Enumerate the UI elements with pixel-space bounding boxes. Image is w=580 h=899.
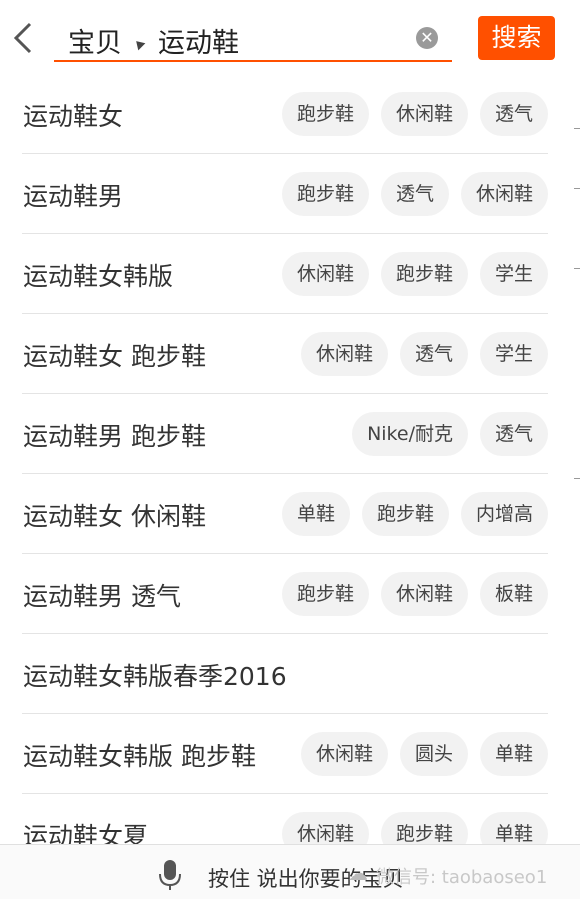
suggestion-row[interactable]: 运动鞋女韩版春季2016	[0, 634, 580, 714]
right-edge-artifacts	[572, 48, 580, 868]
suggestion-tag[interactable]: 休闲鞋	[300, 732, 388, 776]
suggestion-list: 运动鞋女 跑步鞋 休闲鞋 透气 运动鞋男 跑步鞋 透气 休闲鞋 运动鞋女韩版 休闲鞋 跑步鞋 学生 运动…	[0, 74, 580, 874]
suggestion-keyword[interactable]: 运动鞋男	[23, 177, 123, 213]
search-input[interactable]: 宝贝 运动鞋 ✕	[54, 12, 452, 62]
search-query-text[interactable]: 运动鞋	[158, 21, 239, 60]
suggestion-row[interactable]: 运动鞋女 跑步鞋 休闲鞋 透气	[0, 74, 580, 154]
suggestion-keyword[interactable]: 运动鞋女韩版春季2016	[23, 657, 287, 693]
suggestion-row[interactable]: 运动鞋男 透气 跑步鞋 休闲鞋 板鞋	[0, 554, 580, 634]
suggestion-row[interactable]: 运动鞋女韩版 休闲鞋 跑步鞋 学生	[0, 234, 580, 314]
suggestion-tag[interactable]: 休闲鞋	[300, 332, 388, 376]
suggestion-row[interactable]: 运动鞋男 跑步鞋 Nike/耐克 透气	[0, 394, 580, 474]
suggestion-tags: 跑步鞋 休闲鞋 透气	[281, 92, 548, 136]
suggestion-tag[interactable]: 跑步鞋	[281, 172, 369, 216]
suggestion-tag[interactable]: 休闲鞋	[460, 172, 548, 216]
suggestion-keyword[interactable]: 运动鞋女韩版 跑步鞋	[23, 737, 256, 773]
suggestion-tag[interactable]: 休闲鞋	[380, 572, 468, 616]
voice-input-bar[interactable]: 按住 说出你要的宝贝 ☁ 微信号: taobaoseo1	[0, 844, 580, 899]
suggestion-tag[interactable]: 单鞋	[281, 492, 350, 536]
suggestion-tag[interactable]: 透气	[380, 172, 449, 216]
search-button[interactable]: 搜索	[478, 16, 555, 60]
suggestion-keyword[interactable]: 运动鞋男 跑步鞋	[23, 417, 206, 453]
suggestion-tags: 跑步鞋 透气 休闲鞋	[281, 172, 548, 216]
suggestion-tag[interactable]: 跑步鞋	[281, 572, 369, 616]
suggestion-tag[interactable]: 学生	[479, 332, 548, 376]
suggestion-keyword[interactable]: 运动鞋女 休闲鞋	[23, 497, 206, 533]
suggestion-tags: 单鞋 跑步鞋 内增高	[281, 492, 548, 536]
voice-hint-text: 按住 说出你要的宝贝	[208, 867, 404, 891]
suggestion-tag[interactable]: 透气	[399, 332, 468, 376]
suggestion-tag[interactable]: 板鞋	[479, 572, 548, 616]
suggestion-keyword[interactable]: 运动鞋女韩版	[23, 257, 173, 293]
suggestion-tag[interactable]: 圆头	[399, 732, 468, 776]
suggestion-row[interactable]: 运动鞋女 休闲鞋 单鞋 跑步鞋 内增高	[0, 474, 580, 554]
suggestion-tag[interactable]: 单鞋	[479, 732, 548, 776]
suggestion-tags: 休闲鞋 透气 学生	[300, 332, 548, 376]
suggestion-tag[interactable]: 跑步鞋	[281, 92, 369, 136]
wechat-icon: ☁	[348, 861, 368, 885]
suggestion-tags: 跑步鞋 休闲鞋 板鞋	[281, 572, 548, 616]
watermark-text: 微信号: taobaoseo1	[376, 867, 548, 888]
back-arrow-icon[interactable]	[8, 20, 40, 56]
suggestion-tag[interactable]: 跑步鞋	[380, 252, 468, 296]
suggestion-tags: Nike/耐克 透气	[352, 412, 548, 456]
suggestion-keyword[interactable]: 运动鞋男 透气	[23, 577, 181, 613]
suggestion-tag[interactable]: 休闲鞋	[380, 92, 468, 136]
suggestion-tag[interactable]: 跑步鞋	[361, 492, 449, 536]
clear-icon[interactable]: ✕	[416, 27, 438, 49]
suggestion-row[interactable]: 运动鞋女 跑步鞋 休闲鞋 透气 学生	[0, 314, 580, 394]
search-scope-label[interactable]: 宝贝	[68, 21, 122, 60]
suggestion-tag[interactable]: 内增高	[460, 492, 548, 536]
suggestion-tags: 休闲鞋 跑步鞋 学生	[281, 252, 548, 296]
suggestion-row[interactable]: 运动鞋女韩版 跑步鞋 休闲鞋 圆头 单鞋	[0, 714, 580, 794]
suggestion-tag[interactable]: 休闲鞋	[281, 252, 369, 296]
suggestion-tag[interactable]: 透气	[479, 92, 548, 136]
suggestion-keyword[interactable]: 运动鞋女	[23, 97, 123, 133]
suggestion-tag[interactable]: 学生	[479, 252, 548, 296]
suggestion-tag[interactable]: Nike/耐克	[352, 412, 468, 456]
suggestion-tags: 休闲鞋 圆头 单鞋	[300, 732, 548, 776]
search-header: 宝贝 运动鞋 ✕ 搜索	[0, 0, 580, 72]
suggestion-row[interactable]: 运动鞋男 跑步鞋 透气 休闲鞋	[0, 154, 580, 234]
suggestion-keyword[interactable]: 运动鞋女 跑步鞋	[23, 337, 206, 373]
suggestion-tag[interactable]: 透气	[479, 412, 548, 456]
microphone-icon[interactable]	[159, 860, 181, 890]
dropdown-triangle-icon[interactable]	[132, 37, 146, 51]
